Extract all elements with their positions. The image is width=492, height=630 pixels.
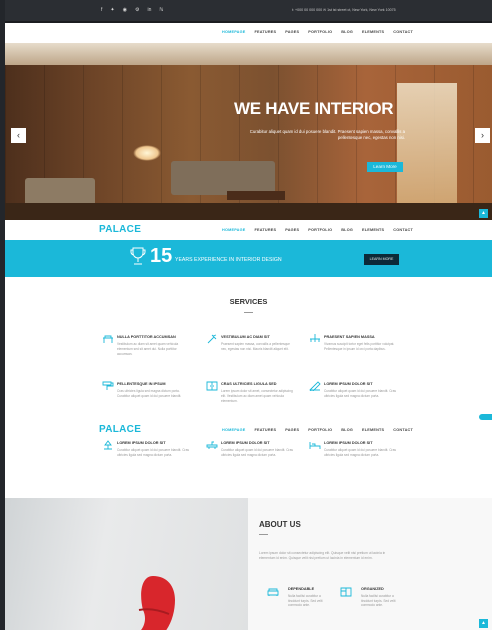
- hero-slider: WE HAVE INTERIOR Curabitur aliquet quam …: [5, 43, 492, 220]
- facebook-icon[interactable]: f: [101, 7, 102, 14]
- linkedin-icon[interactable]: in: [147, 7, 151, 14]
- service-desc: Curabitur aliquet quam id dui posuere bl…: [324, 389, 396, 398]
- nav-contact[interactable]: CONTACT: [393, 428, 413, 432]
- service-desc: Lorem ipsum dolor sit amet, consectetur …: [221, 389, 293, 403]
- cabinet-icon: [206, 381, 218, 391]
- twitter-icon[interactable]: ✦: [110, 7, 114, 14]
- slider-next-icon[interactable]: ›: [475, 128, 490, 143]
- service-desc: Cras ultricies ligula sed magna dictum p…: [117, 389, 182, 398]
- scroll-top-icon[interactable]: ▲: [479, 209, 488, 218]
- page: f ✦ ◉ ⚙ in ℕ t: +000 00 000 000 ✉ 1st is…: [5, 0, 492, 630]
- nav-elements[interactable]: ELEMENTS: [362, 428, 384, 432]
- service-title: LOREM IPSUM DOLOR SIT: [221, 441, 270, 445]
- sticky-nav: PALACE HOMEPAGE FEATURES PAGES PORTFOLIO…: [5, 221, 492, 241]
- service-desc: Praesent sapien massa, convallis a pelle…: [221, 342, 290, 351]
- band-learn-more-button[interactable]: LEARN MORE: [364, 254, 399, 265]
- paint-roller-icon: [102, 381, 114, 390]
- nav-portfolio[interactable]: PORTFOLIO: [308, 428, 332, 432]
- nav-contact[interactable]: CONTACT: [393, 228, 413, 232]
- nav-homepage[interactable]: HOMEPAGE: [222, 428, 245, 432]
- service-title: LOREM IPSUM DOLOR SIT: [117, 441, 166, 445]
- experience-band: 15 YEARS EXPERIENCE IN INTERIOR DESIGN L…: [5, 240, 492, 277]
- services-title: SERVICES: [229, 297, 268, 306]
- logo[interactable]: PALACE: [99, 424, 141, 435]
- nav-homepage[interactable]: HOMEPAGE: [222, 228, 245, 232]
- behance-icon[interactable]: ℕ: [159, 7, 163, 14]
- nav-contact[interactable]: CONTACT: [393, 30, 413, 34]
- feature-title: DEPENDABLE: [288, 587, 315, 591]
- service-title: VESTIBULUM AC DIAM SIT: [221, 335, 270, 339]
- nav-elements[interactable]: ELEMENTS: [362, 30, 384, 34]
- nav-blog[interactable]: BLOG: [341, 30, 353, 34]
- about-section: ABOUT US Lorem ipsum dolor sit consectet…: [248, 498, 492, 630]
- hero-ceiling: [5, 43, 492, 65]
- sofa-icon: [267, 588, 279, 596]
- nav-portfolio[interactable]: PORTFOLIO: [308, 228, 332, 232]
- feature-desc: Nulla facilisi curabitur a tincidunt tur…: [288, 594, 323, 608]
- years-text: YEARS EXPERIENCE IN INTERIOR DESIGN: [175, 257, 282, 263]
- lamp-icon: [103, 335, 113, 343]
- service-title: CRAS ULTRICIES LIGULA SED: [221, 382, 277, 386]
- nav-features[interactable]: FEATURES: [254, 228, 276, 232]
- hero-floor: [5, 203, 492, 220]
- bed-icon: [309, 442, 321, 449]
- about-text: Lorem ipsum dolor sit consectetur adipis…: [259, 551, 386, 561]
- nav-features[interactable]: FEATURES: [254, 30, 276, 34]
- about-image: [5, 498, 248, 630]
- nav-portfolio[interactable]: PORTFOLIO: [308, 30, 332, 34]
- side-settings-tab[interactable]: [479, 414, 492, 420]
- service-title: PRAESENT SAPIEN MASSA: [324, 335, 375, 339]
- service-title: NULLA PORTTITOR ACCUMSAN: [117, 335, 176, 339]
- service-desc: Curabitur aliquet quam id dui posuere bl…: [221, 448, 293, 457]
- dribbble-icon[interactable]: ⚙: [135, 7, 139, 14]
- service-desc: Curabitur aliquet quam id dui posuere bl…: [117, 448, 189, 457]
- contact-info: t: +000 00 000 000 ✉ 1st ist street ct, …: [292, 8, 396, 12]
- pencil-ruler-icon: [309, 381, 321, 391]
- floor-lamp: [133, 145, 161, 161]
- nav-blog[interactable]: BLOG: [341, 428, 353, 432]
- nav-pages[interactable]: PAGES: [285, 30, 299, 34]
- feature-title: ORGANIZED: [361, 587, 384, 591]
- service-title: LOREM IPSUM DOLOR SIT: [324, 382, 373, 386]
- chandelier-icon: [310, 334, 320, 342]
- service-desc: Curabitur aliquet quam id dui posuere bl…: [324, 448, 396, 457]
- coffee-table: [227, 191, 285, 200]
- social-links: f ✦ ◉ ⚙ in ℕ: [101, 7, 163, 14]
- nav-pages[interactable]: PAGES: [285, 228, 299, 232]
- service-desc: Vivamus suscipit tortor eget felis portt…: [324, 342, 395, 351]
- nav-features[interactable]: FEATURES: [254, 428, 276, 432]
- hero-subtitle: Curabitur aliquet quam id dui posuere bl…: [249, 129, 405, 140]
- hammer-icon: [207, 334, 217, 344]
- sink-icon: [206, 441, 218, 449]
- years-number: 15: [150, 245, 173, 267]
- services-divider: [244, 312, 253, 313]
- about-divider: [259, 534, 268, 535]
- blueprint-icon: [340, 587, 352, 597]
- service-title: LOREM IPSUM DOLOR SIT: [324, 441, 373, 445]
- top-bar: f ✦ ◉ ⚙ in ℕ t: +000 00 000 000 ✉ 1st is…: [5, 0, 492, 23]
- hero-title: WE HAVE INTERIOR: [234, 99, 394, 118]
- desk-lamp-icon: [104, 440, 112, 450]
- service-title: PELLENTESQUE IN IPSUM: [117, 382, 166, 386]
- nav-homepage[interactable]: HOMEPAGE: [222, 30, 245, 34]
- sticky-nav-overlay: PALACE HOMEPAGE FEATURES PAGES PORTFOLIO…: [5, 423, 492, 440]
- service-desc: Vestibulum ac diam sit amet quam vehicul…: [117, 342, 179, 356]
- sofa: [171, 161, 275, 195]
- about-title: ABOUT US: [259, 520, 301, 529]
- scroll-top-icon[interactable]: ▲: [479, 619, 488, 628]
- pinterest-icon[interactable]: ◉: [123, 7, 127, 14]
- nav-pages[interactable]: PAGES: [285, 428, 299, 432]
- learn-more-button[interactable]: Learn More: [367, 162, 403, 172]
- main-nav: HOMEPAGE FEATURES PAGES PORTFOLIO BLOG E…: [5, 23, 492, 43]
- hero-window: [397, 83, 457, 203]
- slider-prev-icon[interactable]: ‹: [11, 128, 26, 143]
- feature-desc: Nulla facilisi curabitur a tincidunt tur…: [361, 594, 396, 608]
- nav-blog[interactable]: BLOG: [341, 228, 353, 232]
- logo[interactable]: PALACE: [99, 224, 141, 235]
- trophy-icon: [130, 247, 146, 265]
- nav-elements[interactable]: ELEMENTS: [362, 228, 384, 232]
- red-chair-illustration: [138, 576, 175, 630]
